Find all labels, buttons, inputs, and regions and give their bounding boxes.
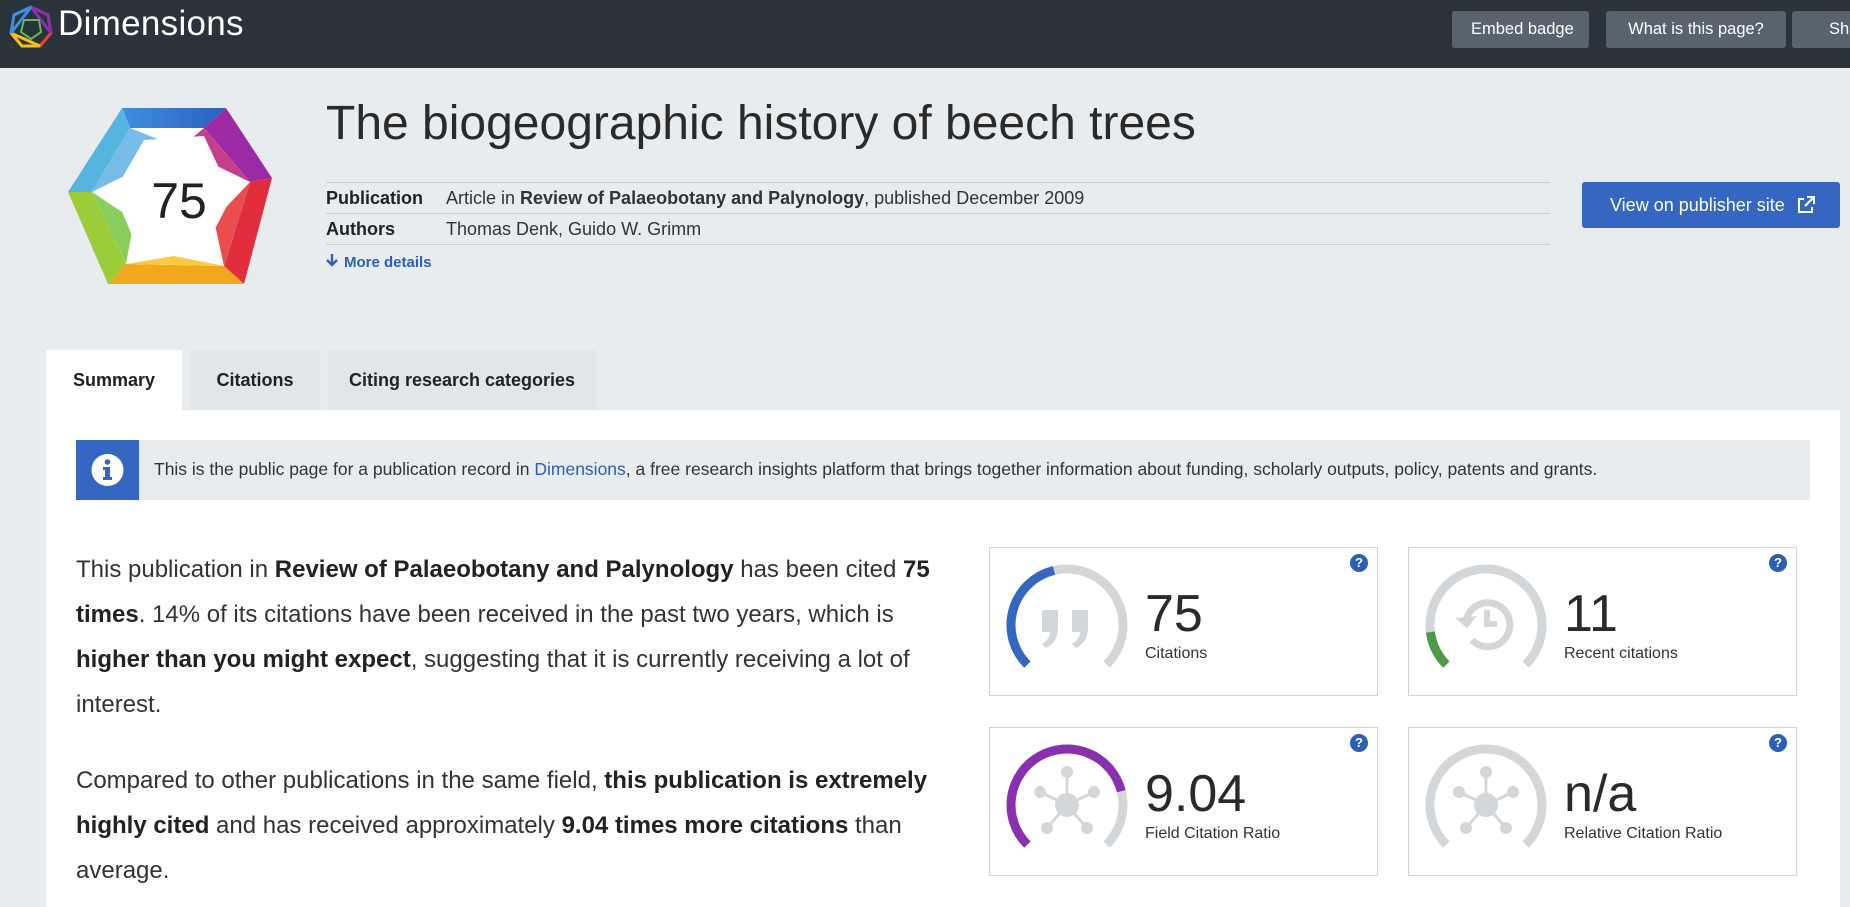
dimensions-logo-icon[interactable]: [8, 4, 54, 50]
field-citation-ratio-value: 9.04: [1145, 765, 1247, 823]
external-link-icon: [1798, 196, 1815, 213]
relative-citation-ratio-card: ? n/a Relative Citation Ratio: [1408, 727, 1797, 876]
embed-badge-button[interactable]: Embed badge: [1452, 11, 1589, 48]
field-citation-ratio-label: Field Citation Ratio: [1145, 825, 1281, 842]
help-icon[interactable]: ?: [1350, 734, 1368, 752]
summary-paragraph-field: Compared to other publications in the sa…: [76, 767, 928, 884]
relative-citation-ratio-label: Relative Citation Ratio: [1564, 825, 1723, 842]
dimensions-badge: 75: [68, 108, 272, 284]
tab-citations[interactable]: Citations: [190, 350, 320, 410]
help-icon[interactable]: ?: [1769, 734, 1787, 752]
dimensions-link[interactable]: Dimensions: [534, 459, 625, 479]
publisher-button-label: View on publisher site: [1610, 195, 1785, 215]
tab-citing-research-categories[interactable]: Citing research categories: [328, 350, 596, 410]
field-citation-ratio-gauge: [1006, 744, 1128, 848]
help-icon[interactable]: ?: [1769, 554, 1787, 572]
field-citation-ratio-card: ? 9.04 Field Citation Ratio: [989, 727, 1378, 876]
recent-citations-value: 11: [1564, 585, 1618, 643]
citations-gauge: [1006, 564, 1128, 668]
top-bar: Dimensions Embed badge What is this page…: [0, 0, 1850, 68]
summary-paragraph-citations: This publication in Review of Palaeobota…: [76, 556, 930, 718]
recent-citations-label: Recent citations: [1564, 645, 1678, 662]
tab-summary[interactable]: Summary: [46, 350, 182, 411]
help-icon[interactable]: ?: [1350, 554, 1368, 572]
journal-name: Review of Palaeobotany and Palynology: [520, 188, 865, 208]
relative-citation-ratio-value: n/a: [1564, 765, 1637, 823]
recent-citations-gauge: [1425, 564, 1547, 668]
gauge-fill: [1425, 631, 1450, 668]
divider: [326, 244, 1550, 245]
share-button[interactable]: Share: [1792, 11, 1850, 48]
relative-citation-ratio-gauge: [1425, 744, 1547, 848]
badge-score: 75: [151, 173, 207, 229]
recent-citations-card: ? 11 Recent citations: [1408, 547, 1797, 696]
arrow-down-icon: [326, 254, 338, 267]
publication-label: Publication: [326, 188, 424, 208]
brand-name[interactable]: Dimensions: [58, 4, 244, 44]
info-text: This is the public page for a publicatio…: [154, 459, 1598, 479]
citations-card: ? 75 Citations: [989, 547, 1378, 696]
divider: [326, 213, 1550, 214]
what-is-this-page-button[interactable]: What is this page?: [1606, 11, 1786, 48]
authors-label: Authors: [326, 219, 395, 239]
citations-label: Citations: [1145, 645, 1208, 662]
divider: [326, 182, 1550, 183]
info-icon: [76, 440, 139, 500]
authors-value: Thomas Denk, Guido W. Grimm: [446, 219, 702, 239]
info-banner: This is the public page for a publicatio…: [76, 440, 1810, 500]
more-details-link[interactable]: More details: [326, 253, 432, 271]
view-on-publisher-site-button[interactable]: View on publisher site: [1582, 182, 1840, 228]
publication-value: Article in Review of Palaeobotany and Pa…: [446, 188, 1085, 208]
citations-value: 75: [1145, 585, 1203, 643]
page-title: The biogeographic history of beech trees: [326, 97, 1196, 150]
